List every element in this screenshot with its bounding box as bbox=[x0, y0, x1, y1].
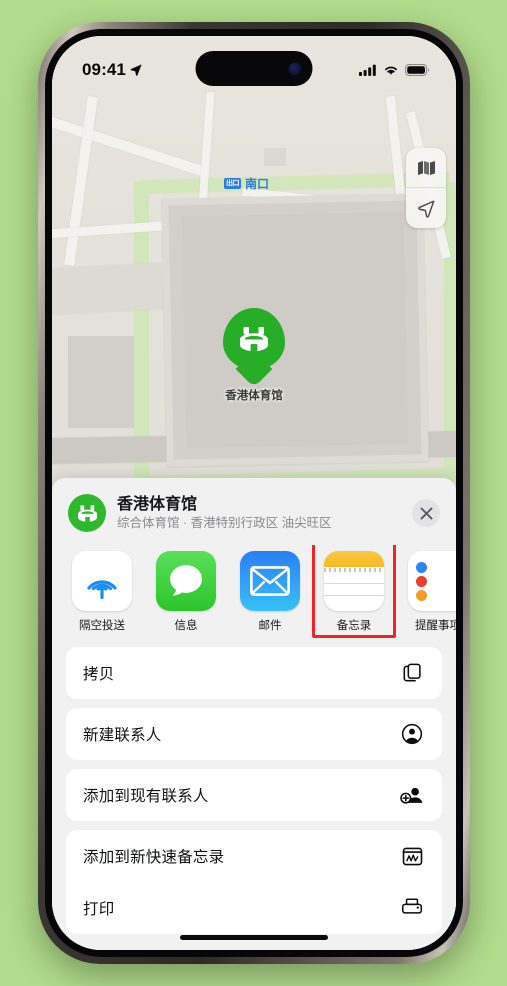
action-row-new-quick-note[interactable]: 添加到新快速备忘录 bbox=[66, 830, 442, 882]
map-building bbox=[264, 148, 286, 166]
mail-icon bbox=[240, 551, 300, 611]
place-title: 香港体育馆 bbox=[117, 495, 198, 513]
map-controls bbox=[406, 148, 446, 228]
map-pin-dot bbox=[250, 377, 258, 384]
reminders-dot-blue bbox=[416, 561, 427, 573]
share-app-mail[interactable]: 邮件 bbox=[239, 551, 301, 633]
share-app-airdrop[interactable]: 隔空投送 bbox=[71, 551, 133, 633]
airdrop-icon bbox=[72, 551, 132, 611]
map-building-stadium bbox=[161, 193, 429, 467]
map-layers-button[interactable] bbox=[406, 148, 446, 188]
action-label: 新建联系人 bbox=[83, 727, 162, 744]
action-row-copy[interactable]: 拷贝 bbox=[66, 647, 442, 699]
notes-icon-perforation bbox=[324, 568, 384, 572]
status-bar-time: 09:41 bbox=[82, 60, 126, 79]
person-badge-plus-icon bbox=[399, 784, 425, 806]
share-sheet-header: 香港体育馆 综合体育馆 · 香港特别行政区 油尖旺区 bbox=[52, 478, 456, 545]
map-building-stadium-inner bbox=[181, 211, 409, 449]
share-app-row[interactable]: 隔空投送 信息 邮件 备忘录 提醒事项 bbox=[52, 545, 456, 643]
place-info: 香港体育馆 综合体育馆 · 香港特别行政区 油尖旺区 bbox=[117, 495, 401, 532]
notes-icon-rule bbox=[324, 583, 384, 584]
reminders-dot-red bbox=[416, 575, 427, 587]
share-app-notes[interactable]: 备忘录 bbox=[312, 545, 396, 638]
notes-icon-header bbox=[324, 551, 384, 567]
map-layers-icon bbox=[417, 160, 435, 175]
share-action-list: 拷贝 新建联系人 添加到现有联系人 添加到新快速备忘录 打印 bbox=[52, 643, 456, 934]
location-arrow-icon bbox=[130, 64, 142, 76]
transit-exit-badge: 出口 bbox=[224, 178, 241, 189]
front-camera-icon bbox=[288, 62, 302, 75]
place-avatar bbox=[68, 494, 106, 532]
status-bar-time-group: 09:41 bbox=[82, 60, 143, 80]
share-app-label: 信息 bbox=[174, 620, 198, 632]
action-label: 拷贝 bbox=[83, 666, 115, 683]
share-app-label: 隔空投送 bbox=[79, 620, 125, 632]
place-subtitle: 综合体育馆 · 香港特别行政区 油尖旺区 bbox=[117, 515, 332, 530]
phone-bezel: 出口 南口 香港体育馆 09:41 香港体育馆 综合体育馆 · 香港特别行政区 … bbox=[45, 29, 463, 957]
share-app-label: 备忘录 bbox=[336, 620, 372, 632]
map-pin-label: 香港体育馆 bbox=[225, 390, 283, 402]
notes-icon-rule bbox=[324, 595, 384, 596]
cellular-bars-icon bbox=[359, 64, 376, 76]
action-label: 添加到新快速备忘录 bbox=[83, 849, 225, 866]
close-icon bbox=[420, 507, 432, 519]
transit-label-text: 南口 bbox=[245, 177, 270, 191]
battery-full-icon bbox=[405, 64, 430, 76]
home-indicator[interactable] bbox=[180, 935, 328, 940]
reminders-icon bbox=[408, 551, 456, 611]
person-circle-icon bbox=[399, 723, 425, 745]
close-button[interactable] bbox=[412, 499, 440, 527]
action-label: 打印 bbox=[83, 901, 115, 918]
action-row-add-to-existing-contact[interactable]: 添加到现有联系人 bbox=[66, 769, 442, 821]
printer-icon bbox=[399, 898, 425, 918]
quick-note-icon bbox=[399, 846, 425, 867]
share-sheet: 香港体育馆 综合体育馆 · 香港特别行政区 油尖旺区 隔空投送 信息 邮件 备忘… bbox=[52, 478, 456, 950]
share-app-label: 提醒事项 bbox=[415, 620, 456, 632]
reminders-dot-orange bbox=[416, 589, 427, 601]
action-group: 添加到新快速备忘录 打印 bbox=[66, 830, 442, 934]
action-group: 拷贝 bbox=[66, 647, 442, 699]
map-pin-hong-kong-coliseum[interactable]: 香港体育馆 bbox=[223, 308, 285, 403]
map-pin-head bbox=[223, 308, 285, 370]
share-app-messages[interactable]: 信息 bbox=[155, 551, 217, 633]
phone-frame: 出口 南口 香港体育馆 09:41 香港体育馆 综合体育馆 · 香港特别行政区 … bbox=[38, 22, 470, 964]
map-locate-button[interactable] bbox=[406, 188, 446, 228]
map-road bbox=[52, 262, 164, 316]
messages-icon bbox=[156, 551, 216, 611]
status-bar-indicators bbox=[359, 64, 430, 76]
share-app-label: 邮件 bbox=[258, 620, 282, 632]
notes-icon bbox=[324, 551, 384, 611]
map-building bbox=[68, 336, 134, 428]
phone-screen: 出口 南口 香港体育馆 09:41 香港体育馆 综合体育馆 · 香港特别行政区 … bbox=[52, 36, 456, 950]
action-group: 添加到现有联系人 bbox=[66, 769, 442, 821]
action-label: 添加到现有联系人 bbox=[83, 788, 209, 805]
wifi-icon bbox=[385, 66, 397, 75]
action-row-print[interactable]: 打印 bbox=[66, 882, 442, 934]
stadium-icon bbox=[77, 504, 97, 522]
location-arrow-icon bbox=[417, 200, 434, 218]
dynamic-island[interactable] bbox=[195, 51, 313, 86]
doc-on-doc-icon bbox=[399, 662, 425, 684]
action-row-new-contact[interactable]: 新建联系人 bbox=[66, 708, 442, 760]
map-transit-label[interactable]: 出口 南口 bbox=[224, 175, 269, 192]
share-app-reminders[interactable]: 提醒事项 bbox=[407, 551, 456, 633]
stadium-icon bbox=[240, 327, 268, 352]
action-group: 新建联系人 bbox=[66, 708, 442, 760]
